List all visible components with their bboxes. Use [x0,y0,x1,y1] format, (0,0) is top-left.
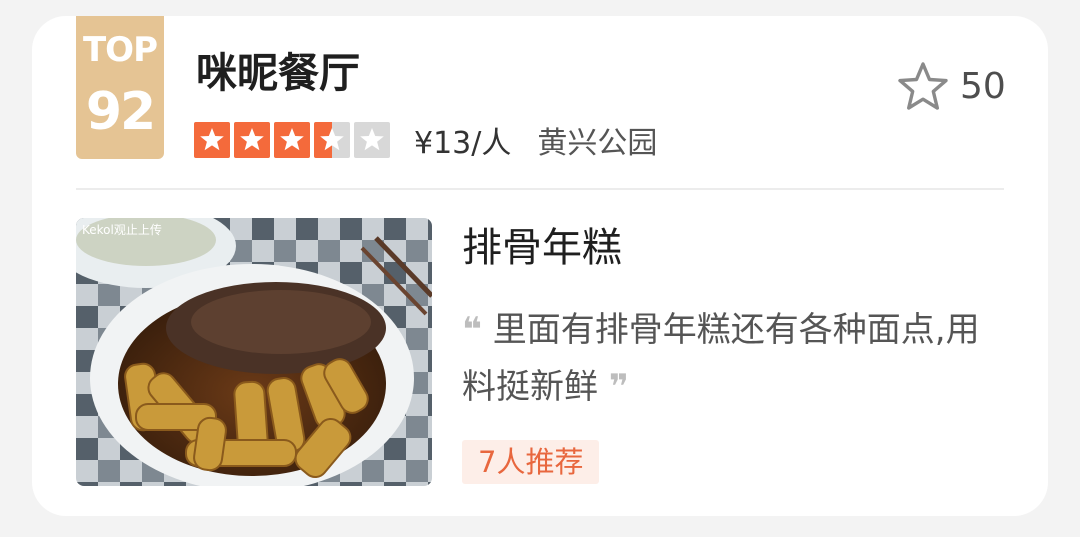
rating-star [274,122,310,158]
price-per-person: ¥13/人 [414,126,512,161]
favorite-button[interactable]: 50 [896,60,1006,114]
open-quote-icon: ❝ [462,310,482,350]
dish-review: ❝ 里面有排骨年糕还有各种面点,用料挺新鲜 ❞ [462,302,982,416]
rating-row: ¥13/人 黄兴公园 [194,118,657,162]
rating-star [234,122,270,158]
star-rating [194,122,390,158]
recommend-badge: 7人推荐 [462,440,600,484]
divider [76,188,1004,190]
rating-star [194,122,230,158]
review-text: 里面有排骨年糕还有各种面点,用料挺新鲜 [462,310,980,407]
restaurant-card[interactable]: TOP 92 咪昵餐厅 50 ¥13/人 黄兴公园 Kekol观止上传 排骨年糕… [32,16,1048,516]
rank-badge: TOP 92 [76,16,164,159]
close-quote-icon: ❞ [608,367,629,407]
rank-number: 92 [85,82,156,142]
rating-star [354,122,390,158]
dish-photo[interactable]: Kekol观止上传 [76,218,432,486]
star-outline-icon [898,62,948,110]
restaurant-name[interactable]: 咪昵餐厅 [196,44,360,102]
favorite-count: 50 [960,66,1006,107]
area-name[interactable]: 黄兴公园 [537,118,657,162]
photo-watermark: Kekol观止上传 [82,222,162,237]
rating-star [314,122,350,158]
dish-photo-image: Kekol观止上传 [76,218,432,486]
dish-name[interactable]: 排骨年糕 [462,220,622,276]
rank-top-label: TOP [82,30,158,70]
